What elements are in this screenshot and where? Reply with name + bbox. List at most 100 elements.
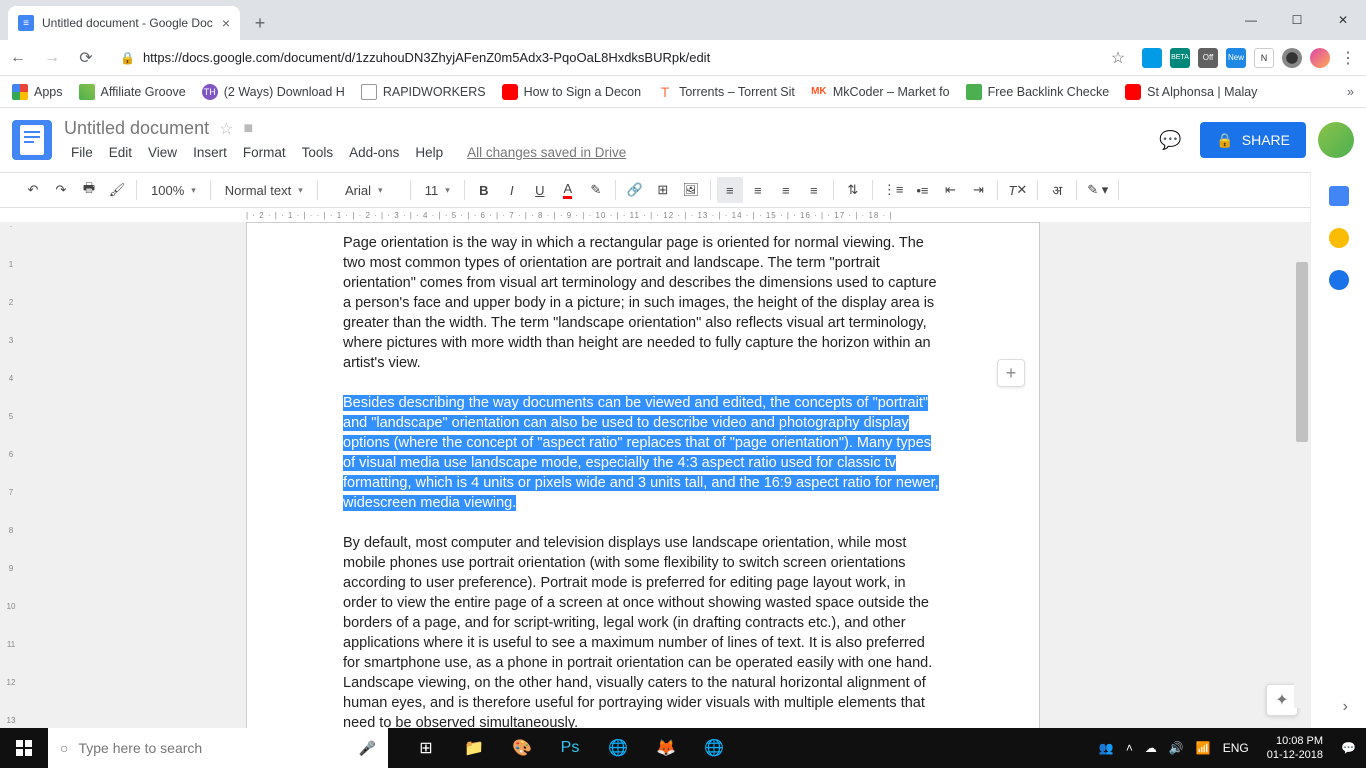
- text-color-icon[interactable]: A: [555, 177, 581, 203]
- tray-expand-icon[interactable]: ˄: [1126, 741, 1133, 755]
- minimize-icon[interactable]: ―: [1228, 0, 1274, 40]
- bookmark-item[interactable]: MKMkCoder – Market fo: [811, 84, 950, 100]
- add-comment-icon[interactable]: +: [997, 359, 1025, 387]
- maximize-icon[interactable]: ☐: [1274, 0, 1320, 40]
- close-window-icon[interactable]: ✕: [1320, 0, 1366, 40]
- editing-mode-icon[interactable]: ✎ ▾: [1083, 177, 1112, 203]
- bookmark-item[interactable]: ТTorrents – Torrent Sit: [657, 84, 795, 100]
- font-dropdown[interactable]: Arial: [324, 177, 404, 203]
- ext-icon[interactable]: [1282, 48, 1302, 68]
- people-icon[interactable]: 👥: [1099, 741, 1114, 755]
- chrome-icon[interactable]: 🌐: [594, 728, 642, 768]
- comments-icon[interactable]: 💬: [1152, 122, 1188, 158]
- paragraph[interactable]: Page orientation is the way in which a r…: [343, 233, 943, 373]
- chrome-canary-icon[interactable]: 🌐: [690, 728, 738, 768]
- apps-button[interactable]: Apps: [12, 84, 63, 100]
- folder-icon[interactable]: ■: [243, 120, 253, 138]
- star-icon[interactable]: ☆: [219, 119, 233, 139]
- keep-icon[interactable]: [1329, 228, 1349, 248]
- tasks-icon[interactable]: [1329, 270, 1349, 290]
- bookmark-item[interactable]: RAPIDWORKERS: [361, 84, 486, 100]
- volume-icon[interactable]: 🔊: [1169, 741, 1184, 755]
- image-icon[interactable]: 🖼: [678, 177, 704, 203]
- align-right-icon[interactable]: ≡: [773, 177, 799, 203]
- taskbar-search[interactable]: ○ Type here to search 🎤: [48, 728, 388, 768]
- ext-icon[interactable]: [1142, 48, 1162, 68]
- link-icon[interactable]: 🔗: [622, 177, 648, 203]
- onedrive-icon[interactable]: ☁: [1145, 741, 1157, 755]
- ext-icon[interactable]: New: [1226, 48, 1246, 68]
- bookmark-item[interactable]: How to Sign a Decon: [502, 84, 641, 100]
- start-button[interactable]: [0, 728, 48, 768]
- back-icon[interactable]: ←: [8, 48, 28, 68]
- vertical-scrollbar[interactable]: [1294, 262, 1310, 708]
- document-title[interactable]: Untitled document: [64, 118, 209, 139]
- star-icon[interactable]: ☆: [1108, 48, 1128, 68]
- calendar-icon[interactable]: [1329, 186, 1349, 206]
- file-explorer-icon[interactable]: 📁: [450, 728, 498, 768]
- bookmarks-overflow-icon[interactable]: »: [1347, 85, 1354, 99]
- ext-icon[interactable]: Off: [1198, 48, 1218, 68]
- wifi-icon[interactable]: 📶: [1196, 741, 1211, 755]
- close-tab-icon[interactable]: ×: [222, 15, 230, 31]
- new-tab-button[interactable]: +: [246, 9, 274, 37]
- indent-increase-icon[interactable]: ⇥: [965, 177, 991, 203]
- ext-icon[interactable]: N: [1254, 48, 1274, 68]
- user-avatar[interactable]: [1318, 122, 1354, 158]
- menu-insert[interactable]: Insert: [186, 143, 234, 162]
- ext-icon[interactable]: BETA: [1170, 48, 1190, 68]
- line-spacing-icon[interactable]: ⇅: [840, 177, 866, 203]
- docs-logo-icon[interactable]: [12, 120, 52, 160]
- redo-icon[interactable]: ↷: [48, 177, 74, 203]
- print-icon[interactable]: 🖶: [76, 177, 102, 203]
- zoom-dropdown[interactable]: 100%: [143, 177, 204, 203]
- align-left-icon[interactable]: ≡: [717, 177, 743, 203]
- chrome-menu-icon[interactable]: ⋮: [1338, 48, 1358, 68]
- bookmark-item[interactable]: TH(2 Ways) Download H: [202, 84, 345, 100]
- undo-icon[interactable]: ↶: [20, 177, 46, 203]
- browser-tab[interactable]: ≡ Untitled document - Google Doc ×: [8, 6, 240, 40]
- numbered-list-icon[interactable]: ⋮≡: [879, 177, 908, 203]
- notifications-icon[interactable]: 💬: [1341, 741, 1356, 755]
- profile-avatar-icon[interactable]: [1310, 48, 1330, 68]
- highlight-icon[interactable]: ✎: [583, 177, 609, 203]
- clear-format-icon[interactable]: T✕: [1004, 177, 1031, 203]
- url-input[interactable]: 🔒 https://docs.google.com/document/d/1zz…: [110, 44, 1094, 72]
- firefox-icon[interactable]: 🦊: [642, 728, 690, 768]
- input-tools-icon[interactable]: अ: [1044, 177, 1070, 203]
- bookmark-item[interactable]: Affiliate Groove: [79, 84, 186, 100]
- bold-icon[interactable]: B: [471, 177, 497, 203]
- menu-help[interactable]: Help: [408, 143, 450, 162]
- reload-icon[interactable]: ⟳: [76, 48, 96, 68]
- align-justify-icon[interactable]: ≡: [801, 177, 827, 203]
- menu-view[interactable]: View: [141, 143, 184, 162]
- horizontal-ruler[interactable]: | · 2 · | · 1 · | · · | · 1 · | · 2 · | …: [0, 208, 1366, 222]
- menu-edit[interactable]: Edit: [102, 143, 139, 162]
- photoshop-icon[interactable]: Ps: [546, 728, 594, 768]
- share-button[interactable]: 🔒 SHARE: [1200, 122, 1306, 158]
- paragraph-selected[interactable]: Besides describing the way documents can…: [343, 393, 943, 513]
- comment-icon[interactable]: ⊞: [650, 177, 676, 203]
- vertical-ruler[interactable]: ·12345678910111213: [4, 222, 18, 728]
- clock[interactable]: 10:08 PM 01-12-2018: [1261, 734, 1329, 762]
- font-size-dropdown[interactable]: 11: [417, 177, 458, 203]
- menu-format[interactable]: Format: [236, 143, 293, 162]
- underline-icon[interactable]: U: [527, 177, 553, 203]
- align-center-icon[interactable]: ≡: [745, 177, 771, 203]
- task-view-icon[interactable]: ⊞: [402, 728, 450, 768]
- app-icon[interactable]: 🎨: [498, 728, 546, 768]
- italic-icon[interactable]: I: [499, 177, 525, 203]
- menu-tools[interactable]: Tools: [295, 143, 341, 162]
- menu-file[interactable]: File: [64, 143, 100, 162]
- bullet-list-icon[interactable]: •≡: [909, 177, 935, 203]
- side-panel-expand-icon[interactable]: ›: [1343, 698, 1348, 716]
- save-status[interactable]: All changes saved in Drive: [460, 143, 633, 162]
- paragraph-style-dropdown[interactable]: Normal text: [217, 177, 311, 203]
- scrollbar-thumb[interactable]: [1296, 262, 1308, 442]
- menu-addons[interactable]: Add-ons: [342, 143, 406, 162]
- mic-icon[interactable]: 🎤: [359, 740, 376, 757]
- indent-decrease-icon[interactable]: ⇤: [937, 177, 963, 203]
- document-page[interactable]: Page orientation is the way in which a r…: [246, 222, 1040, 728]
- paint-format-icon[interactable]: 🖌: [104, 177, 130, 203]
- bookmark-item[interactable]: Free Backlink Checke: [966, 84, 1110, 100]
